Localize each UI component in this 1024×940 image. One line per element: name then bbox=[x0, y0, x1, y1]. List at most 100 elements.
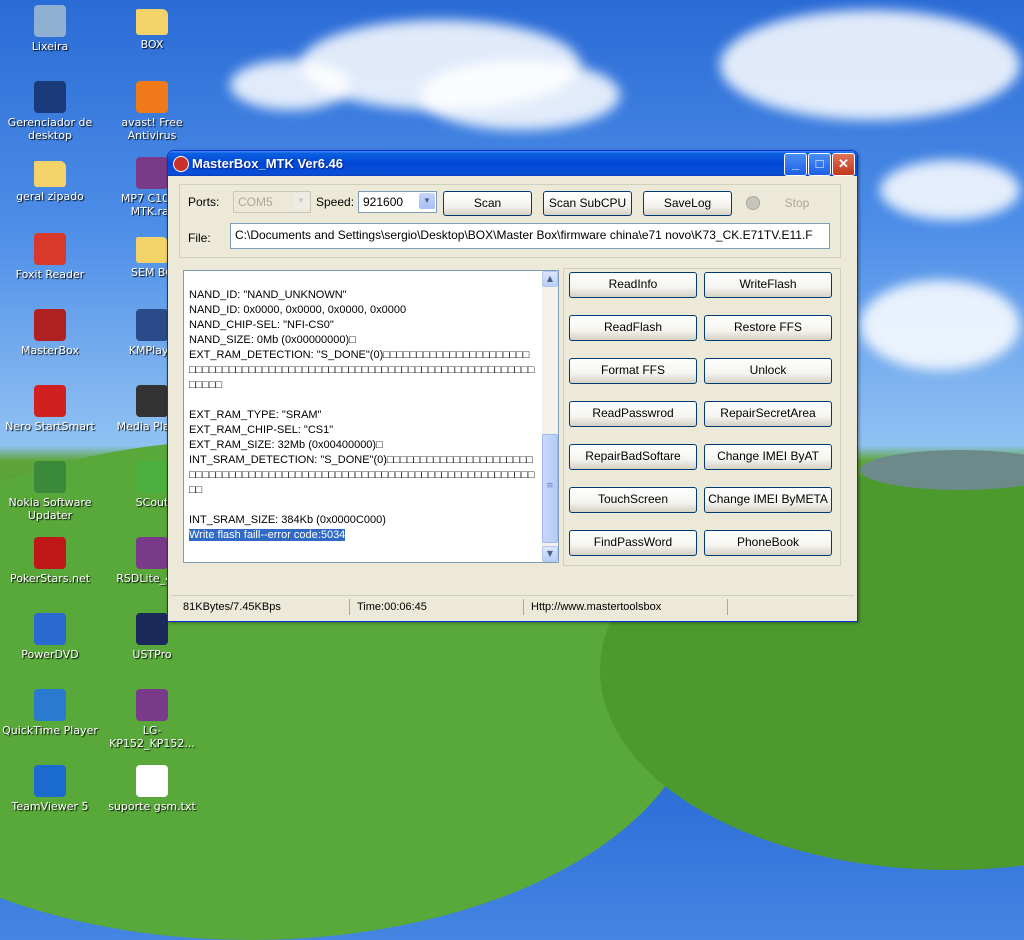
desktop-icon[interactable]: BOX bbox=[102, 5, 202, 51]
scan-button[interactable]: Scan bbox=[443, 191, 532, 216]
speed-value: 921600 bbox=[363, 195, 404, 209]
restore-ffs-button[interactable]: Restore FFS bbox=[704, 315, 832, 341]
repairbadsoftare-button[interactable]: RepairBadSoftare bbox=[569, 444, 697, 470]
scroll-grip-icon: ≡ bbox=[546, 481, 554, 491]
folder-icon bbox=[34, 161, 66, 187]
ports-select[interactable]: COM5 ▼ bbox=[233, 191, 311, 213]
website-link[interactable]: Http://www.mastertoolsbox bbox=[531, 599, 661, 615]
scan-subcpu-button[interactable]: Scan SubCPU bbox=[543, 191, 632, 216]
speed-label: Speed: bbox=[316, 195, 355, 209]
close-button[interactable]: ✕ bbox=[832, 153, 855, 176]
text-file-icon bbox=[136, 765, 168, 797]
media-player-icon bbox=[136, 385, 168, 417]
transfer-speed: 81KBytes/7.45KBps bbox=[183, 601, 281, 613]
desktop-icon[interactable]: geral zipado bbox=[0, 157, 100, 203]
repairsecretarea-button[interactable]: RepairSecretArea bbox=[704, 401, 832, 427]
ustpro-icon bbox=[136, 613, 168, 645]
desktop-icon[interactable]: TeamViewer 5 bbox=[0, 765, 100, 813]
desktop-icon-label: Nero StartSmart bbox=[5, 420, 95, 433]
phonebook-button[interactable]: PhoneBook bbox=[704, 530, 832, 556]
status-bar: 81KBytes/7.45KBps Time:00:06:45 Http://w… bbox=[171, 595, 854, 618]
readinfo-button[interactable]: ReadInfo bbox=[569, 272, 697, 298]
log-text: NAND_ID: "NAND_UNKNOWN" NAND_ID: 0x0000, … bbox=[189, 288, 535, 543]
scout-icon bbox=[136, 461, 168, 493]
log-line: NAND_CHIP-SEL: "NFI-CS0" bbox=[189, 319, 334, 331]
chevron-down-icon: ▼ bbox=[419, 193, 435, 209]
client-area: Ports: COM5 ▼ Speed: 921600 ▼ Scan Scan … bbox=[171, 176, 854, 618]
desktop-icon[interactable]: suporte gsm.txt bbox=[102, 765, 202, 813]
maximize-button[interactable]: □ bbox=[808, 153, 831, 176]
file-path-field[interactable]: C:\Documents and Settings\sergio\Desktop… bbox=[230, 223, 830, 249]
stop-button[interactable]: Stop bbox=[768, 191, 826, 216]
readflash-button[interactable]: ReadFlash bbox=[569, 315, 697, 341]
log-line: EXT_RAM_TYPE: "SRAM" bbox=[189, 409, 322, 421]
desktop-icon[interactable]: PokerStars.net bbox=[0, 537, 100, 585]
app-icon bbox=[173, 156, 189, 172]
desktop-icon[interactable]: MasterBox bbox=[0, 309, 100, 357]
desktop-icon-label: PowerDVD bbox=[21, 648, 79, 661]
desktop-icon-label: suporte gsm.txt bbox=[108, 800, 196, 813]
readpasswrod-button[interactable]: ReadPasswrod bbox=[569, 401, 697, 427]
ports-label: Ports: bbox=[188, 195, 220, 209]
log-line: EXT_RAM_DETECTION: "S_DONE"(0)□□□□□□□□□□… bbox=[189, 349, 535, 391]
status-led bbox=[746, 196, 760, 210]
log-line: INT_SRAM_DETECTION: "S_DONE"(0)□□□□□□□□□… bbox=[189, 454, 535, 496]
scroll-thumb[interactable]: ≡ bbox=[542, 434, 558, 543]
desktop-icon-label: geral zipado bbox=[16, 190, 84, 203]
scroll-up-icon[interactable]: ▲ bbox=[542, 271, 558, 287]
log-line: NAND_ID: 0x0000, 0x0000, 0x0000, 0x0000 bbox=[189, 304, 407, 316]
savelog-button[interactable]: SaveLog bbox=[643, 191, 732, 216]
status-divider bbox=[523, 599, 524, 615]
quicktime-icon bbox=[34, 689, 66, 721]
desktop-icon[interactable]: Nokia Software Updater bbox=[0, 461, 100, 522]
log-line: EXT_RAM_CHIP-SEL: "CS1" bbox=[189, 424, 334, 436]
log-line: NAND_SIZE: 0Mb (0x00000000)□ bbox=[189, 334, 356, 346]
desktop-icon[interactable]: Gerenciador de desktop bbox=[0, 81, 100, 142]
speed-select[interactable]: 921600 ▼ bbox=[358, 191, 437, 213]
desktop-icon-label: BOX bbox=[140, 38, 164, 51]
title-bar[interactable]: MasterBox_MTK Ver6.46 _ □ ✕ bbox=[168, 151, 857, 176]
folder-icon bbox=[136, 9, 168, 35]
change-imei-byat-button[interactable]: Change IMEI ByAT bbox=[704, 444, 832, 470]
desktop-icon[interactable]: avast! Free Antivirus bbox=[102, 81, 202, 142]
file-label: File: bbox=[188, 231, 211, 245]
elapsed-time: Time:00:06:45 bbox=[357, 601, 427, 613]
vertical-scrollbar[interactable]: ▲ ≡ ▼ bbox=[542, 271, 558, 562]
log-output[interactable]: NAND_ID: "NAND_UNKNOWN" NAND_ID: 0x0000, … bbox=[183, 270, 559, 563]
log-line: NAND_ID: "NAND_UNKNOWN" bbox=[189, 289, 347, 301]
window-title: MasterBox_MTK Ver6.46 bbox=[192, 156, 344, 171]
unlock-button[interactable]: Unlock bbox=[704, 358, 832, 384]
log-line: EXT_RAM_SIZE: 32Mb (0x00400000)□ bbox=[189, 439, 383, 451]
log-line: INT_SRAM_SIZE: 384Kb (0x0000C000) bbox=[189, 514, 386, 526]
touchscreen-button[interactable]: TouchScreen bbox=[569, 487, 697, 513]
folder-icon bbox=[136, 237, 168, 263]
desktop-icon[interactable]: Lixeira bbox=[0, 5, 100, 53]
kmplayer-icon bbox=[136, 309, 168, 341]
desktop-icon-label: avast! Free Antivirus bbox=[121, 116, 183, 142]
desktop-icon-label: PokerStars.net bbox=[9, 572, 91, 585]
desktop-icon[interactable]: LG-KP152_KP152... bbox=[102, 689, 202, 750]
desktop-icon-label: Lixeira bbox=[31, 40, 69, 53]
pokerstars-icon bbox=[34, 537, 66, 569]
winrar-icon bbox=[136, 537, 168, 569]
desktop-icon-label: Nokia Software Updater bbox=[8, 496, 92, 522]
change-imei-bymeta-button[interactable]: Change IMEI ByMETA bbox=[704, 487, 832, 513]
desktop-icon-label: LG-KP152_KP152... bbox=[109, 724, 195, 750]
desktop-icon-label: MasterBox bbox=[20, 344, 79, 357]
scroll-down-icon[interactable]: ▼ bbox=[542, 546, 558, 562]
desktop-icon[interactable]: Foxit Reader bbox=[0, 233, 100, 281]
desktop-icon[interactable]: PowerDVD bbox=[0, 613, 100, 661]
powerdvd-icon bbox=[34, 613, 66, 645]
masterbox-icon bbox=[34, 309, 66, 341]
format-ffs-button[interactable]: Format FFS bbox=[569, 358, 697, 384]
desktop-icon-label: QuickTime Player bbox=[2, 724, 98, 737]
minimize-button[interactable]: _ bbox=[784, 153, 807, 176]
winrar-icon bbox=[136, 689, 168, 721]
findpassword-button[interactable]: FindPassWord bbox=[569, 530, 697, 556]
log-selected-line: Write flash faill--error code:5034 bbox=[189, 529, 346, 541]
desktop-icon[interactable]: QuickTime Player bbox=[0, 689, 100, 737]
status-divider bbox=[349, 599, 350, 615]
nero-icon bbox=[34, 385, 66, 417]
writeflash-button[interactable]: WriteFlash bbox=[704, 272, 832, 298]
desktop-icon[interactable]: Nero StartSmart bbox=[0, 385, 100, 433]
